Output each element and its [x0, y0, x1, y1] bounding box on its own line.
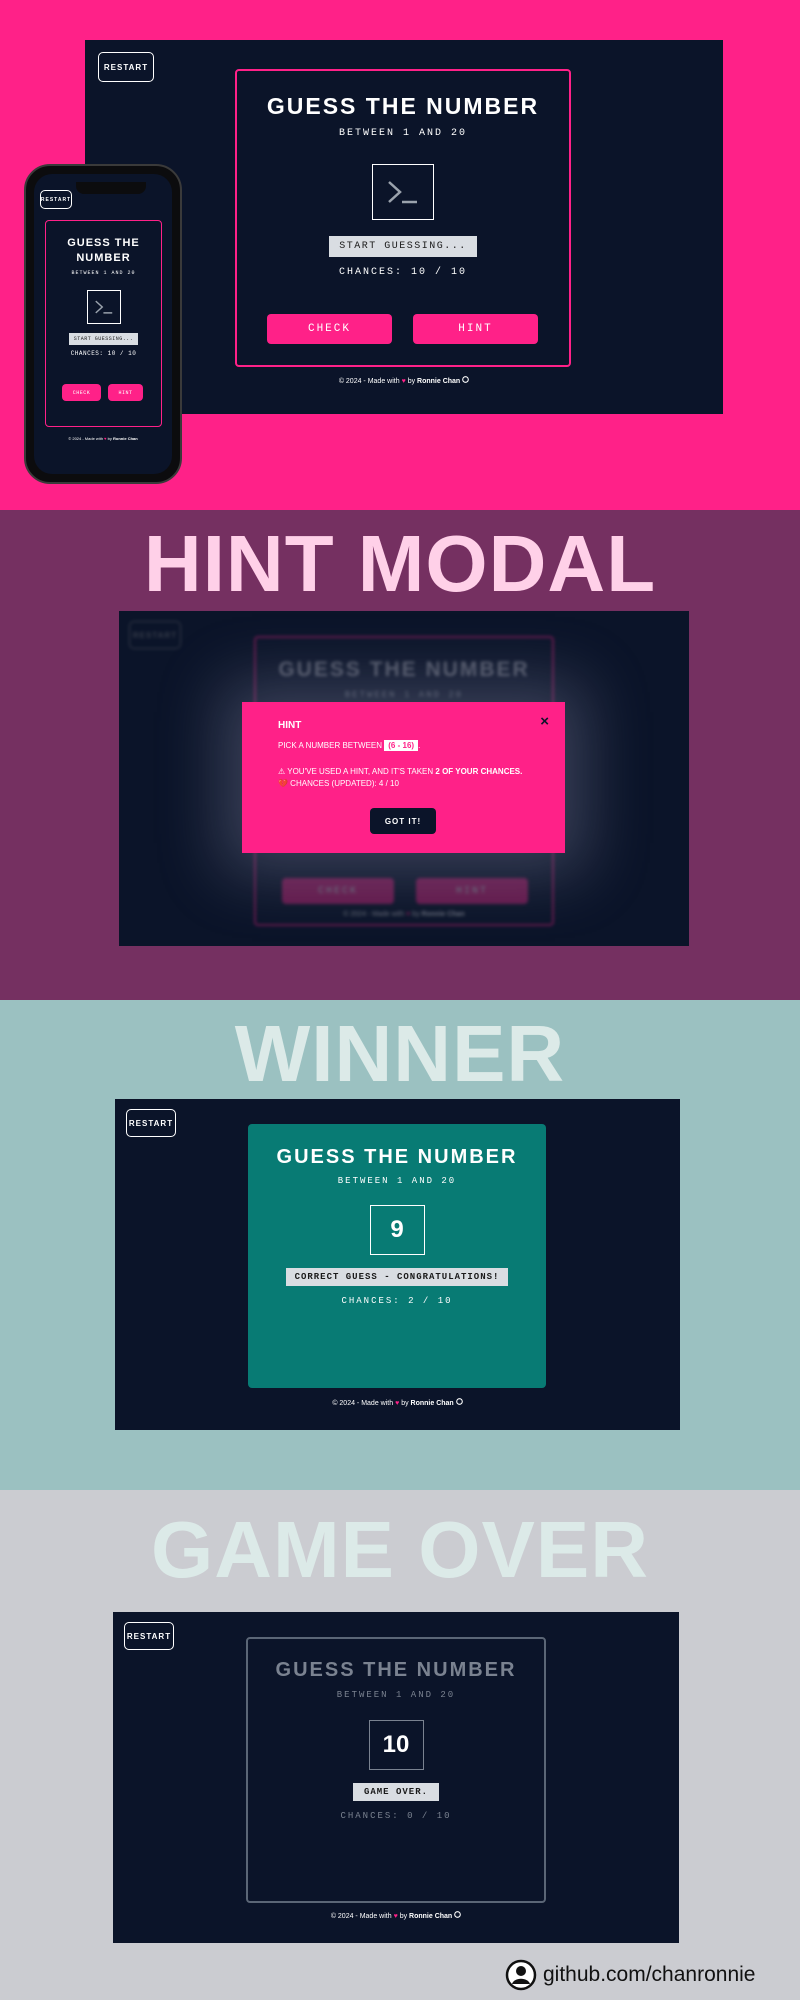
hint-button: HINT — [416, 878, 528, 904]
modal-updated-chances: 💔 CHANCES (UPDATED): 4 / 10 — [278, 779, 399, 788]
footer-by: by — [407, 378, 416, 385]
range-highlight: (6 - 16) — [384, 740, 419, 751]
game-card: GUESS THE NUMBER BETWEEN 1 AND 20 START … — [45, 220, 162, 427]
terminal-icon — [94, 300, 112, 314]
game-card: GUESS THE NUMBER BETWEEN 1 AND 20 10 GAM… — [246, 1637, 546, 1903]
hint-button[interactable]: HINT — [108, 384, 143, 401]
chances-counter: CHANCES: 0 / 10 — [340, 1811, 452, 1821]
game-subtitle: BETWEEN 1 AND 20 — [338, 128, 467, 139]
game-card: GUESS THE NUMBER BETWEEN 1 AND 20 9 CORR… — [248, 1124, 546, 1388]
guess-input[interactable]: GAME OVER. — [352, 1783, 439, 1801]
restart-button[interactable]: RESTART — [126, 1109, 176, 1137]
phone-notch — [76, 182, 146, 194]
game-title: GUESS THE NUMBER — [276, 1146, 518, 1168]
game-title: GUESS THE NUMBER — [275, 1659, 517, 1681]
band-initial: RESTART GUESS THE NUMBER BETWEEN 1 AND 2… — [0, 0, 800, 510]
footer-author[interactable]: Ronnie Chan — [113, 436, 138, 441]
got-it-button[interactable]: GOT IT! — [370, 808, 436, 834]
band-game-over: GAME OVER RESTART GUESS THE NUMBER BETWE… — [0, 1490, 800, 2000]
game-subtitle: BETWEEN 1 AND 20 — [336, 1690, 456, 1700]
footer: © 2024 - Made with ♥ by Ronnie Chan — [119, 911, 689, 918]
restart-button[interactable]: RESTART — [40, 190, 72, 209]
github-icon[interactable] — [455, 1398, 463, 1405]
number-display: 10 — [368, 1720, 424, 1770]
game-subtitle: BETWEEN 1 AND 20 — [344, 690, 464, 700]
modal-heading: HINT — [278, 720, 302, 731]
close-icon[interactable]: × — [540, 713, 549, 730]
heart-icon: ♥ — [395, 1400, 400, 1407]
footer-text: © 2024 - Made with — [68, 436, 104, 441]
range-text-prefix: PICK A NUMBER BETWEEN — [278, 741, 383, 750]
user-avatar-icon — [505, 1959, 537, 1991]
hint-modal: HINT × PICK A NUMBER BETWEEN (6 - 16). ⚠… — [242, 702, 565, 853]
phone-mockup: RESTART GUESS THE NUMBER BETWEEN 1 AND 2… — [24, 164, 182, 484]
footer: © 2024 - Made with ♥ by Ronnie Chan — [34, 436, 172, 441]
footer-by: by — [401, 1400, 409, 1407]
footer-text: © 2024 - Made with — [330, 1913, 392, 1920]
footer-text: © 2024 - Made with — [332, 1400, 394, 1407]
footer-by: by — [412, 911, 420, 918]
guess-input[interactable]: START GUESSING... — [68, 333, 139, 345]
hint-button[interactable]: HINT — [413, 314, 538, 344]
number-display: 9 — [369, 1205, 425, 1255]
github-icon[interactable] — [462, 376, 469, 383]
number-display — [86, 290, 121, 324]
band-winner: WINNER RESTART GUESS THE NUMBER BETWEEN … — [0, 1000, 800, 1490]
footer-author[interactable]: Ronnie Chan — [417, 378, 460, 385]
check-button: CHECK — [282, 878, 394, 904]
footer: © 2024 - Made with ♥ by Ronnie Chan — [115, 1398, 680, 1407]
heart-icon: ♥ — [104, 436, 107, 441]
modal-range-text: PICK A NUMBER BETWEEN (6 - 16). — [278, 740, 420, 751]
game-title: GUESS THE NUMBER — [67, 237, 140, 264]
band-hint-modal: HINT MODAL RESTART GUESS THE NUMBER BETW… — [0, 510, 800, 1000]
range-text-suffix: . — [418, 741, 421, 750]
restart-button: RESTART — [129, 621, 181, 649]
warning-bold: 2 OF YOUR CHANCES. — [435, 767, 523, 776]
footer-by: by — [399, 1913, 408, 1920]
game-subtitle: BETWEEN 1 AND 20 — [71, 270, 136, 276]
game-subtitle: BETWEEN 1 AND 20 — [337, 1176, 457, 1186]
footer: © 2024 - Made with ♥ by Ronnie Chan — [113, 1911, 679, 1920]
phone-screen: RESTART GUESS THE NUMBER BETWEEN 1 AND 2… — [34, 174, 172, 474]
heart-icon: ♥ — [393, 1913, 398, 1920]
restart-button[interactable]: RESTART — [98, 52, 154, 82]
github-credit-text: github.com/chanronnie — [543, 1963, 756, 1986]
guess-input[interactable]: START GUESSING... — [329, 236, 477, 257]
terminal-icon — [388, 181, 417, 204]
chances-counter: CHANCES: 2 / 10 — [341, 1296, 453, 1306]
desktop-screen-hint: RESTART GUESS THE NUMBER BETWEEN 1 AND 2… — [119, 611, 689, 946]
footer-author: Ronnie Chan — [421, 911, 465, 918]
section-title-game-over: GAME OVER — [151, 1505, 649, 1594]
game-title: GUESS THE NUMBER — [278, 658, 530, 681]
desktop-screen-game-over: RESTART GUESS THE NUMBER BETWEEN 1 AND 2… — [113, 1612, 679, 1943]
warning-text: ⚠ YOU'VE USED A HINT, AND IT'S TAKEN — [278, 767, 434, 776]
guess-input[interactable]: CORRECT GUESS - CONGRATULATIONS! — [285, 1268, 509, 1286]
section-title-hint-modal: HINT MODAL — [143, 519, 657, 608]
footer-author[interactable]: Ronnie Chan — [409, 1913, 452, 1920]
github-icon[interactable] — [454, 1911, 461, 1918]
check-button[interactable]: CHECK — [267, 314, 392, 344]
heart-icon: ♥ — [406, 911, 411, 918]
game-card: GUESS THE NUMBER BETWEEN 1 AND 20 START … — [235, 69, 571, 367]
modal-warning: ⚠ YOU'VE USED A HINT, AND IT'S TAKEN 2 O… — [278, 767, 522, 776]
footer-text: © 2024 - Made with — [338, 378, 400, 385]
github-credit[interactable]: github.com/chanronnie — [505, 1958, 755, 1992]
heart-icon: ♥ — [401, 378, 406, 385]
desktop-screen-winner: RESTART GUESS THE NUMBER BETWEEN 1 AND 2… — [115, 1099, 680, 1430]
chances-counter: CHANCES: 10 / 10 — [70, 350, 137, 357]
game-title: GUESS THE NUMBER — [266, 93, 540, 119]
section-title-winner: WINNER — [234, 1009, 566, 1098]
footer-text: © 2024 - Made with — [343, 911, 405, 918]
restart-button[interactable]: RESTART — [124, 1622, 174, 1650]
number-display — [372, 164, 434, 220]
footer-author[interactable]: Ronnie Chan — [411, 1400, 454, 1407]
check-button[interactable]: CHECK — [62, 384, 101, 401]
footer-by: by — [107, 436, 112, 441]
chances-counter: CHANCES: 10 / 10 — [338, 267, 467, 278]
